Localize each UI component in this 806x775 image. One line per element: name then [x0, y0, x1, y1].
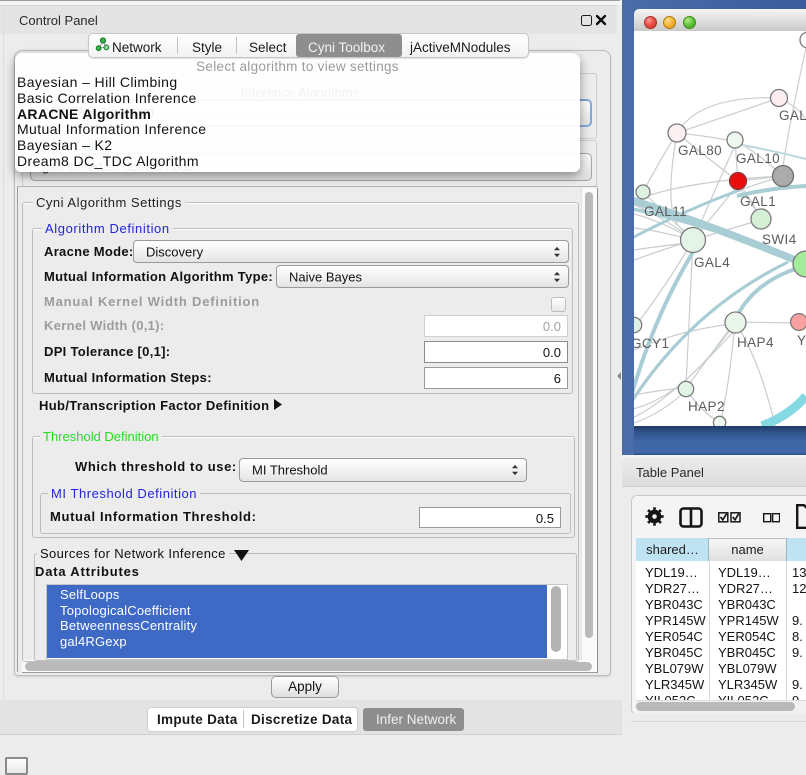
svg-text:SWI4: SWI4 [762, 232, 797, 247]
svg-text:GAL11: GAL11 [644, 204, 687, 219]
svg-text:GAL4: GAL4 [694, 255, 730, 270]
svg-text:GAL10: GAL10 [736, 151, 780, 166]
svg-text:HAP2: HAP2 [688, 399, 725, 414]
svg-text:GAL: GAL [779, 108, 806, 123]
svg-text:HAP4: HAP4 [737, 335, 774, 350]
svg-text:GAL1: GAL1 [740, 194, 776, 209]
svg-text:Y: Y [797, 333, 806, 348]
svg-text:GCY1: GCY1 [634, 336, 669, 351]
svg-text:GAL80: GAL80 [678, 143, 722, 158]
